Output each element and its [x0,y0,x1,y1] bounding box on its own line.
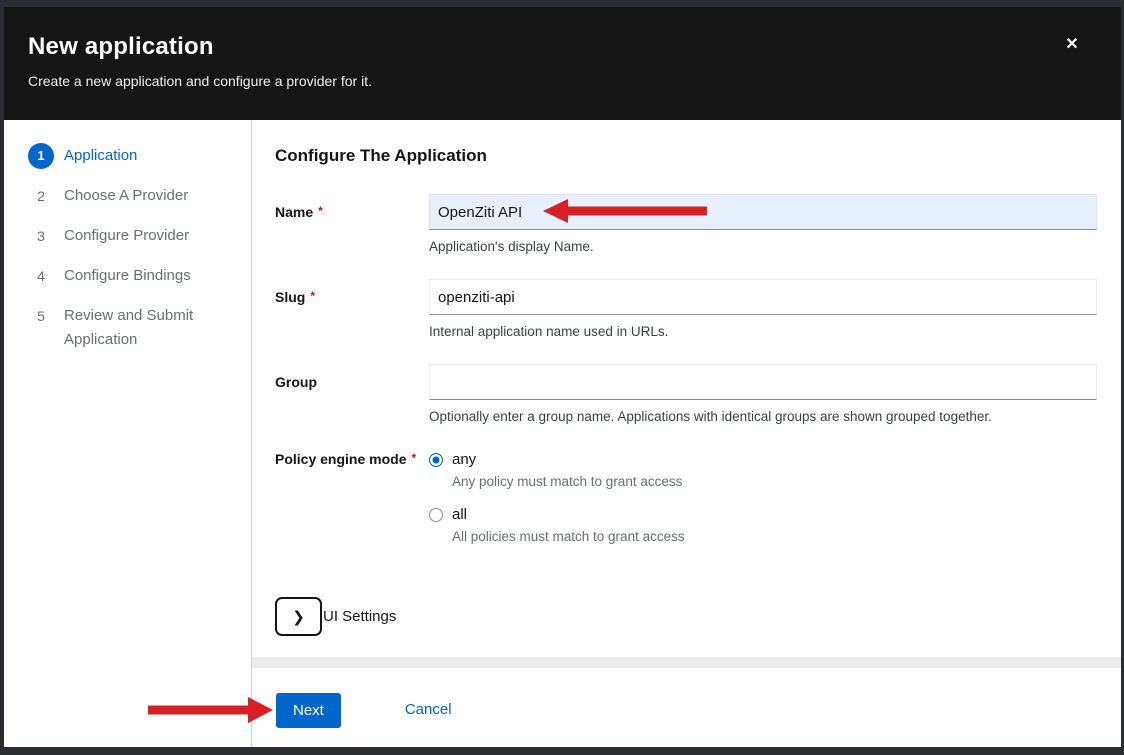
group-form-row: Group Optionally enter a group name. App… [275,364,1097,425]
step-label: Configure Provider [64,223,189,248]
slug-form-row: Slug* Internal application name used in … [275,279,1097,340]
radio-any-label: any [452,451,476,468]
policy-engine-mode-label: Policy engine mode* [275,449,429,559]
group-helper-text: Optionally enter a group name. Applicati… [429,408,1097,425]
step-number: 4 [28,263,54,289]
step-label: Review and Submit Application [64,303,236,352]
wizard-step-nav: 1 Application 2 Choose A Provider 3 Conf… [4,120,252,747]
slug-helper-text: Internal application name used in URLs. [429,323,1097,340]
wizard-step-review-submit[interactable]: 5 Review and Submit Application [4,303,251,352]
group-label: Group [275,364,429,425]
cancel-link[interactable]: Cancel [405,701,452,718]
ui-settings-toggle-button[interactable]: ❯ [275,597,322,636]
next-button[interactable]: Next [276,693,341,728]
wizard-step-configure-provider[interactable]: 3 Configure Provider [4,223,251,249]
policy-engine-mode-row: Policy engine mode* any Any policy must … [275,449,1097,559]
wizard-step-configure-bindings[interactable]: 4 Configure Bindings [4,263,251,289]
step-label: Configure Bindings [64,263,191,288]
step-number: 5 [28,303,54,329]
group-field[interactable] [429,364,1097,400]
chevron-right-icon: ❯ [292,608,305,626]
new-application-modal: New application Create a new application… [4,7,1121,747]
required-asterisk: * [318,204,323,218]
radio-all-label: all [452,506,467,523]
name-label: Name* [275,194,429,255]
step-number: 3 [28,223,54,249]
modal-body: 1 Application 2 Choose A Provider 3 Conf… [4,120,1121,747]
modal-header: New application Create a new application… [4,7,1121,120]
step-number: 2 [28,183,54,209]
required-asterisk: * [310,289,315,303]
wizard-step-application[interactable]: 1 Application [4,143,251,169]
ui-settings-expander: ❯ UI Settings [275,597,1097,636]
wizard-step-choose-provider[interactable]: 2 Choose A Provider [4,183,251,209]
step-label: Application [64,143,137,168]
radio-option-all[interactable]: all [429,504,1097,523]
step-number-badge: 1 [28,143,54,169]
modal-footer: Next Cancel [252,668,1121,747]
footer-separator [252,657,1121,668]
name-helper-text: Application's display Name. [429,238,1097,255]
page-title: Configure The Application [275,146,1097,166]
wizard-step-content: Configure The Application Name* Applicat… [252,120,1121,657]
radio-all-description: All policies must match to grant access [452,529,1097,544]
wizard-main-column: Configure The Application Name* Applicat… [252,120,1121,747]
radio-any-description: Any policy must match to grant access [452,474,1097,489]
radio-option-any[interactable]: any [429,449,1097,468]
close-icon[interactable]: ✕ [1061,34,1083,56]
radio-any-input[interactable] [429,453,443,467]
modal-title: New application [28,32,1097,62]
name-field[interactable] [429,194,1097,230]
slug-field[interactable] [429,279,1097,315]
radio-all-input[interactable] [429,508,443,522]
name-form-row: Name* Application's display Name. [275,194,1097,255]
slug-label: Slug* [275,279,429,340]
ui-settings-label: UI Settings [323,608,396,625]
required-asterisk: * [411,451,416,465]
step-label: Choose A Provider [64,183,188,208]
modal-description: Create a new application and configure a… [28,72,1097,90]
